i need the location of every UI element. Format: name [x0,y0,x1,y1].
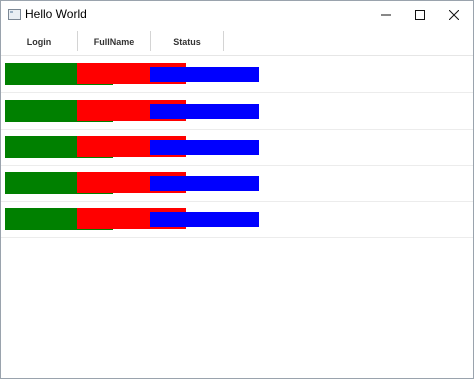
app-window-icon [8,9,21,20]
column-divider[interactable] [223,31,224,51]
column-header-login[interactable]: Login [1,28,77,55]
table-row[interactable] [1,93,473,130]
window-title: Hello World [25,7,87,21]
maximize-icon [415,9,425,20]
status-cell [150,140,259,155]
close-button[interactable] [431,1,473,28]
column-header-fullname[interactable]: FullName [78,28,150,55]
users-table: Login FullName Status [1,28,473,378]
status-cell [150,176,259,191]
title-bar[interactable]: Hello World [1,1,473,28]
table-row[interactable] [1,201,473,238]
app-window: Hello World Login FullName Status [0,0,474,379]
table-header: Login FullName Status [1,28,473,56]
minimize-icon [381,14,391,15]
table-row[interactable] [1,129,473,166]
status-cell [150,67,259,82]
status-cell [150,212,259,227]
table-row[interactable] [1,56,473,93]
close-icon [449,9,459,20]
column-header-status[interactable]: Status [151,28,223,55]
table-row[interactable] [1,165,473,202]
status-cell [150,104,259,119]
